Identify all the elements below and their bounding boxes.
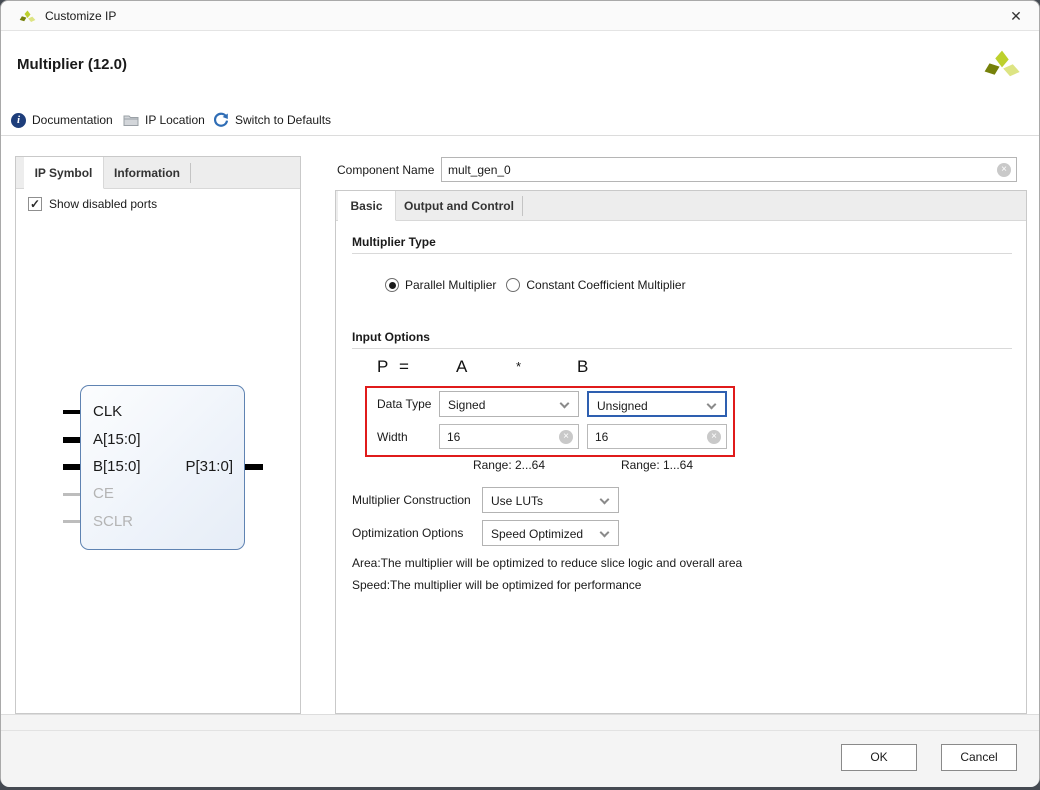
multiplier-construction-label: Multiplier Construction — [352, 493, 471, 507]
range-b-note: Range: 1...64 — [587, 458, 727, 472]
app-logo-icon — [19, 8, 36, 25]
port-stub-ce — [63, 493, 80, 496]
port-a: A[15:0] — [93, 431, 141, 448]
port-sclr: SCLR — [93, 513, 133, 530]
chevron-down-icon — [707, 400, 717, 410]
port-stub-b — [63, 464, 80, 470]
documentation-label: Documentation — [32, 113, 113, 127]
data-type-a-select[interactable]: Signed — [439, 391, 579, 417]
equation-star: * — [516, 359, 521, 374]
width-label: Width — [377, 430, 408, 444]
show-disabled-ports-label: Show disabled ports — [49, 197, 157, 211]
data-type-a-value: Signed — [448, 398, 485, 412]
folder-icon — [123, 113, 139, 127]
info-icon: i — [11, 113, 26, 128]
port-stub-clk — [63, 410, 80, 414]
tab-output-and-control[interactable]: Output and Control — [396, 191, 522, 221]
width-b-input[interactable] — [595, 425, 695, 448]
radio-label: Parallel Multiplier — [405, 278, 496, 292]
port-p: P[31:0] — [185, 458, 233, 475]
switch-to-defaults-label: Switch to Defaults — [235, 113, 331, 127]
width-b-field[interactable]: × — [587, 424, 727, 449]
port-stub-p — [245, 464, 263, 470]
port-stub-a — [63, 437, 80, 443]
footer-separator — [1, 730, 1039, 731]
range-a-note: Range: 2...64 — [439, 458, 579, 472]
ip-location-label: IP Location — [145, 113, 205, 127]
chevron-down-icon — [600, 528, 610, 538]
port-stub-sclr — [63, 520, 80, 523]
clear-icon[interactable]: × — [559, 430, 573, 444]
page-title: Multiplier (12.0) — [17, 56, 127, 73]
ip-location-button[interactable]: IP Location — [123, 110, 205, 130]
config-panel: Basic Output and Control Multiplier Type… — [335, 190, 1027, 714]
equation-equals: = — [399, 357, 409, 377]
speed-note: Speed:The multiplier will be optimized f… — [352, 578, 641, 592]
multiplier-construction-select[interactable]: Use LUTs — [482, 487, 619, 513]
equation-b: B — [577, 357, 588, 377]
clear-icon[interactable]: × — [997, 163, 1011, 177]
radio-label: Constant Coefficient Multiplier — [526, 278, 685, 292]
chevron-down-icon — [600, 495, 610, 505]
port-ce: CE — [93, 485, 114, 502]
multiplier-type-radios: Parallel Multiplier Constant Coefficient… — [385, 278, 686, 292]
optimization-options-value: Speed Optimized — [491, 527, 583, 541]
tab-divider — [522, 196, 523, 216]
documentation-button[interactable]: i Documentation — [11, 110, 113, 130]
refresh-icon — [213, 112, 229, 128]
component-name-field[interactable]: × — [441, 157, 1017, 182]
multiplier-type-heading: Multiplier Type — [352, 235, 436, 249]
data-type-label: Data Type — [377, 397, 431, 411]
radio-unselected-icon[interactable] — [506, 278, 520, 292]
optimization-options-select[interactable]: Speed Optimized — [482, 520, 619, 546]
equation-a: A — [456, 357, 467, 377]
ok-button[interactable]: OK — [841, 744, 917, 771]
cancel-button[interactable]: Cancel — [941, 744, 1017, 771]
left-tab-strip: IP Symbol Information — [16, 157, 300, 189]
port-b: B[15:0] — [93, 458, 141, 475]
optimization-options-label: Optimization Options — [352, 526, 463, 540]
tab-ip-symbol[interactable]: IP Symbol — [24, 157, 104, 189]
radio-parallel-multiplier[interactable]: Parallel Multiplier — [385, 278, 496, 292]
tab-divider — [190, 163, 191, 183]
switch-to-defaults-button[interactable]: Switch to Defaults — [213, 110, 331, 130]
multiplier-construction-value: Use LUTs — [491, 494, 543, 508]
chevron-down-icon — [560, 399, 570, 409]
equation-p: P — [377, 357, 388, 377]
customize-ip-dialog: Customize IP ✕ Multiplier (12.0) i Docum… — [0, 0, 1040, 786]
width-a-input[interactable] — [447, 425, 547, 448]
radio-selected-icon[interactable] — [385, 278, 399, 292]
component-name-input[interactable] — [448, 158, 988, 181]
clear-icon[interactable]: × — [707, 430, 721, 444]
tab-basic[interactable]: Basic — [338, 191, 396, 221]
ip-symbol-diagram: CLK A[15:0] B[15:0] CE SCLR P[31:0] — [80, 385, 245, 550]
port-clk: CLK — [93, 403, 122, 420]
area-note: Area:The multiplier will be optimized to… — [352, 556, 742, 570]
checkbox-icon[interactable]: ✓ — [28, 197, 42, 211]
data-type-b-value: Unsigned — [597, 399, 648, 413]
width-a-field[interactable]: × — [439, 424, 579, 449]
xilinx-logo — [983, 45, 1021, 83]
config-tab-strip: Basic Output and Control — [336, 191, 1026, 221]
section-rule — [352, 348, 1012, 349]
data-type-b-select[interactable]: Unsigned — [587, 391, 727, 417]
component-name-label: Component Name — [337, 163, 434, 177]
tab-information[interactable]: Information — [104, 157, 190, 189]
close-icon[interactable]: ✕ — [1005, 6, 1027, 26]
ip-symbol-panel: IP Symbol Information ✓ Show disabled po… — [15, 156, 301, 714]
window-title: Customize IP — [45, 9, 116, 23]
toolbar: i Documentation IP Location Switch to De… — [1, 105, 1039, 136]
radio-constant-coefficient[interactable]: Constant Coefficient Multiplier — [506, 278, 685, 292]
title-bar: Customize IP ✕ — [1, 1, 1039, 31]
show-disabled-ports-checkbox[interactable]: ✓ Show disabled ports — [28, 197, 157, 211]
dialog-footer: OK Cancel — [1, 714, 1039, 787]
input-options-heading: Input Options — [352, 330, 430, 344]
section-rule — [352, 253, 1012, 254]
